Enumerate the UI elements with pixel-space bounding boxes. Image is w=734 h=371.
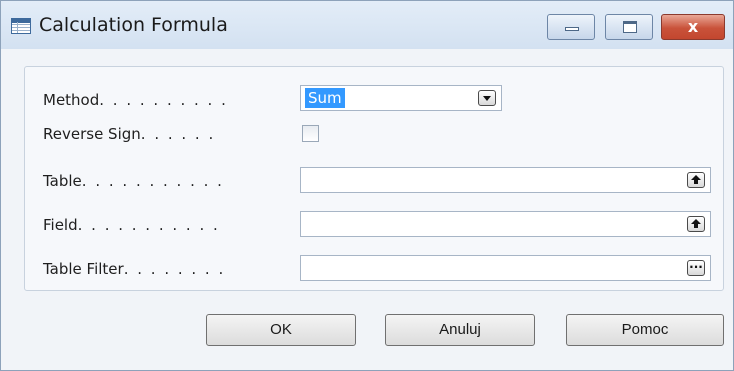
leader-dots: . . . . . . [140,125,216,143]
method-value: Sum [305,88,345,108]
leader-dots: . . . . . . . . . . [99,91,228,109]
dialog-window: Calculation Formula x Method. . . . . . … [0,0,734,371]
table-filter-assist-button[interactable]: ... [687,257,705,276]
leader-dots: . . . . . . . . . . . [81,172,224,190]
arrow-up-icon-stem [694,180,698,184]
table-field[interactable] [300,167,711,193]
close-button[interactable]: x [661,14,725,40]
maximize-button[interactable] [605,14,653,40]
leader-dots: . . . . . . . . [123,260,226,278]
minimize-icon [565,27,579,31]
reverse-sign-label: Reverse Sign. . . . . . [43,125,216,143]
close-icon: x [687,17,699,36]
leader-dots: . . . . . . . . . . . [77,216,220,234]
table-lookup-button[interactable] [687,172,705,188]
field-label: Field. . . . . . . . . . . [43,216,220,234]
arrow-up-icon-stem [694,224,698,228]
field-field[interactable] [300,211,711,237]
title-bar[interactable]: Calculation Formula x [1,1,733,49]
method-select[interactable]: Sum [300,85,502,111]
ellipsis-icon: ... [689,257,703,271]
table-filter-label: Table Filter. . . . . . . . [43,260,226,278]
reverse-sign-checkbox[interactable] [302,125,319,142]
field-lookup-button[interactable] [687,216,705,232]
table-icon [11,18,31,34]
help-button[interactable]: Pomoc [566,314,724,346]
ok-button[interactable]: OK [206,314,356,346]
table-label: Table. . . . . . . . . . . [43,172,224,190]
cancel-button[interactable]: Anuluj [385,314,535,346]
chevron-down-icon [483,96,491,101]
maximize-icon [623,21,637,33]
minimize-button[interactable] [547,14,595,40]
dropdown-button[interactable] [478,90,496,106]
method-label: Method. . . . . . . . . . [43,91,228,109]
window-title: Calculation Formula [39,14,228,36]
table-filter-field[interactable]: ... [300,255,711,281]
